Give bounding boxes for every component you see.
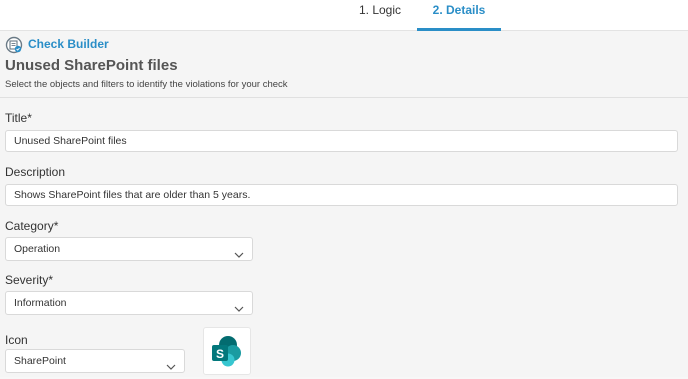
title-field[interactable]: Unused SharePoint files xyxy=(5,130,678,152)
description-label: Description xyxy=(5,165,66,179)
description-field[interactable]: Shows SharePoint files that are older th… xyxy=(5,184,678,206)
sharepoint-icon-preview: S xyxy=(203,327,251,375)
severity-value: Information xyxy=(14,297,67,309)
chevron-down-icon xyxy=(234,299,244,312)
category-select[interactable]: Operation xyxy=(5,237,253,261)
page-header: Check Builder Unused SharePoint files Se… xyxy=(0,31,688,98)
tab-bar: 1. Logic 2. Details xyxy=(0,0,688,31)
icon-select[interactable]: SharePoint xyxy=(5,349,185,373)
page-subtitle: Select the objects and filters to identi… xyxy=(5,79,288,90)
category-label: Category* xyxy=(5,219,59,233)
chevron-down-icon xyxy=(166,357,176,370)
sharepoint-icon: S xyxy=(204,336,250,378)
icon-label: Icon xyxy=(5,333,28,347)
tab-logic[interactable]: 1. Logic xyxy=(348,0,412,28)
severity-label: Severity* xyxy=(5,273,54,287)
check-builder-icon xyxy=(5,36,23,54)
severity-select[interactable]: Information xyxy=(5,291,253,315)
details-form: Title* Unused SharePoint files Descripti… xyxy=(0,98,688,377)
icon-value: SharePoint xyxy=(14,355,66,367)
title-label: Title* xyxy=(5,111,32,125)
tab-details[interactable]: 2. Details xyxy=(417,0,501,31)
page-title: Unused SharePoint files xyxy=(5,57,178,74)
check-builder-label: Check Builder xyxy=(28,37,109,51)
svg-text:S: S xyxy=(216,347,224,361)
category-value: Operation xyxy=(14,243,61,255)
chevron-down-icon xyxy=(234,245,244,258)
